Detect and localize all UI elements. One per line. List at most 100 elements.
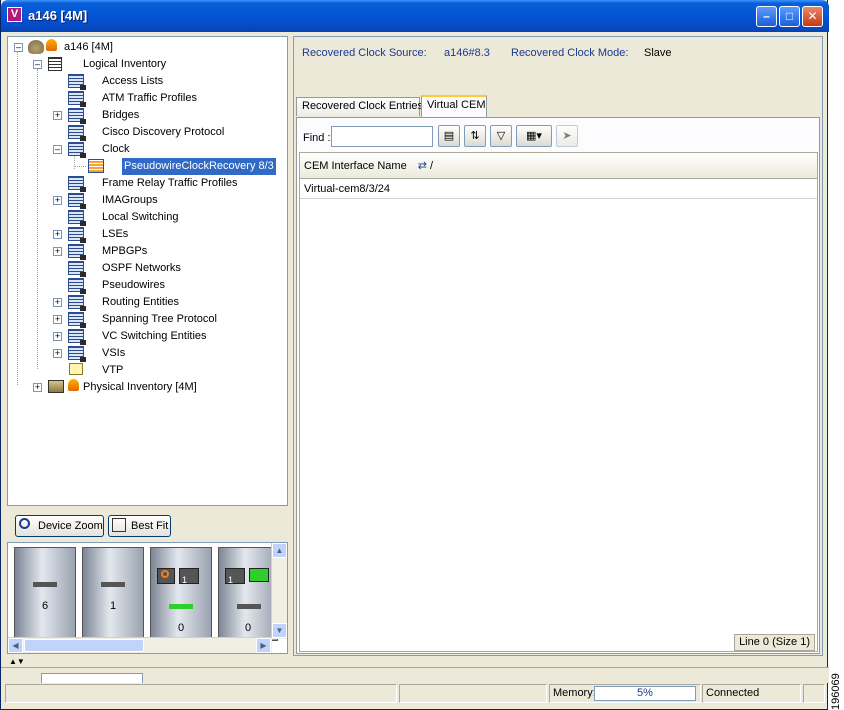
scroll-left-icon[interactable]: ◀ — [8, 638, 23, 653]
tree-node-spanning-tree-protocol[interactable]: + Spanning Tree Protocol — [12, 311, 282, 328]
tree-node-access-lists[interactable]: Access Lists — [12, 73, 282, 90]
tree-node-imagroups[interactable]: + IMAGroups — [12, 192, 282, 209]
title-bar[interactable]: V a146 [4M] – □ ✕ — [1, 0, 829, 32]
tree-node-mpbgps[interactable]: + MPBGPs — [12, 243, 282, 260]
tree-label: VTP — [102, 364, 124, 376]
tree-node-logical-inventory[interactable]: – Logical Inventory — [12, 56, 282, 73]
scroll-up-icon[interactable]: ▲ — [272, 543, 287, 558]
tree-label: Logical Inventory — [83, 58, 167, 70]
expand-icon[interactable]: + — [33, 383, 42, 392]
device-icon — [28, 40, 44, 54]
tree-node-bridges[interactable]: + Bridges — [12, 107, 282, 124]
tree-label: Bridges — [102, 109, 140, 121]
tree-node-frame-relay-traffic-profiles[interactable]: Frame Relay Traffic Profiles — [12, 175, 282, 192]
expand-icon[interactable]: + — [53, 349, 62, 358]
filter-button[interactable]: ▽ — [490, 125, 512, 147]
minimize-button[interactable]: – — [756, 6, 777, 27]
recovered-clock-mode-label: Recovered Clock Mode: — [511, 47, 629, 59]
tree-label: a146 [4M] — [64, 41, 113, 53]
card-number: 0 — [177, 622, 185, 634]
recovered-clock-source-value: a146#8.3 — [444, 47, 490, 59]
tree-node-vsis[interactable]: + VSIs — [12, 345, 282, 362]
tree-connector — [74, 166, 86, 167]
expand-icon[interactable]: + — [53, 315, 62, 324]
port-icon: 1 — [179, 568, 199, 585]
tree-node-root[interactable]: – a146 [4M] — [12, 39, 282, 56]
expand-icon[interactable]: + — [53, 111, 62, 120]
vtp-envelope-icon — [69, 363, 83, 375]
tab-recovered-clock-entries[interactable]: Recovered Clock Entries — [296, 97, 423, 116]
tree-node-atm-traffic-profiles[interactable]: ATM Traffic Profiles — [12, 90, 282, 107]
zoom-toolbar: Device Zoom Best Fit — [7, 510, 288, 542]
tree-node-physical-inventory[interactable]: + Physical Inventory [4M] — [12, 379, 282, 396]
chassis-card[interactable]: 1 0 — [150, 547, 212, 641]
port-icon — [157, 568, 175, 584]
device-zoom-label: Device Zoom — [38, 520, 103, 532]
table-icon — [68, 346, 86, 362]
collapse-icon[interactable]: – — [53, 145, 62, 154]
clock-recovery-icon — [88, 159, 104, 173]
tree-label: ATM Traffic Profiles — [102, 92, 197, 104]
chassis-card[interactable]: 6 — [14, 547, 76, 641]
collapse-icon[interactable]: – — [14, 43, 23, 52]
connection-status: Connected — [702, 684, 801, 703]
inventory-tree[interactable]: – a146 [4M] – Logical Inventory Access L… — [7, 36, 288, 506]
splitter-arrows-icon[interactable]: ▲▼ — [9, 657, 25, 666]
tree-node-local-switching[interactable]: Local Switching — [12, 209, 282, 226]
collapse-icon[interactable]: – — [33, 60, 42, 69]
tree-node-cisco-discovery-protocol[interactable]: Cisco Discovery Protocol — [12, 124, 282, 141]
device-view[interactable]: 6 1 1 0 1 0 ▲ ▼ ◀ ▶ — [7, 542, 288, 654]
tree-label: PseudowireClockRecovery 8/3 — [122, 158, 276, 175]
status-bar: Memory: 5% Connected — [3, 683, 827, 705]
scroll-thumb[interactable] — [24, 639, 144, 652]
column-header-cem-interface-name[interactable]: CEM Interface Name ⇄ / — [300, 153, 817, 179]
tree-node-pseudowire-clock-recovery[interactable]: PseudowireClockRecovery 8/3 — [12, 158, 288, 175]
logical-inventory-icon — [48, 57, 62, 71]
export-button[interactable]: ➤ — [556, 125, 578, 147]
best-fit-label: Best Fit — [131, 520, 169, 532]
columns-dropdown-button[interactable]: ▦▾ — [516, 125, 552, 147]
table-icon — [68, 74, 86, 90]
chassis-card[interactable]: 1 0 — [218, 547, 278, 641]
tab-virtual-cem[interactable]: Virtual CEM — [421, 95, 487, 117]
device-zoom-button[interactable]: Device Zoom — [15, 515, 104, 537]
tree-node-vtp[interactable]: VTP — [12, 362, 282, 379]
tree-label: Spanning Tree Protocol — [102, 313, 217, 325]
close-button[interactable]: ✕ — [802, 6, 823, 27]
status-resize-grip[interactable] — [803, 684, 825, 703]
tree-node-pseudowires[interactable]: Pseudowires — [12, 277, 282, 294]
tree-label: Routing Entities — [102, 296, 180, 308]
virtual-cem-tab-content: Find : ▤ ⇅ ▽ ▦▾ ➤ CEM Interface Name ⇄ /… — [296, 117, 820, 654]
tree-node-lses[interactable]: + LSEs — [12, 226, 282, 243]
tree-node-ospf-networks[interactable]: OSPF Networks — [12, 260, 282, 277]
find-input[interactable] — [331, 126, 433, 147]
expand-icon[interactable]: + — [53, 196, 62, 205]
sort-button[interactable]: ⇅ — [464, 125, 486, 147]
main-window: V a146 [4M] – □ ✕ – a146 [4M] – Logical … — [0, 0, 829, 710]
table-icon — [68, 329, 86, 345]
tree-label: Pseudowires — [102, 279, 165, 291]
best-fit-button[interactable]: Best Fit — [108, 515, 171, 537]
expand-icon[interactable]: + — [53, 247, 62, 256]
tree-node-clock[interactable]: – Clock — [12, 141, 282, 158]
table-icon — [68, 227, 86, 243]
vertical-scrollbar[interactable]: ▲ ▼ — [271, 543, 287, 639]
sort-icon: ⇄ — [417, 160, 427, 172]
expand-icon[interactable]: + — [53, 332, 62, 341]
tree-node-vc-switching-entities[interactable]: + VC Switching Entities — [12, 328, 282, 345]
horizontal-scrollbar[interactable]: ◀ ▶ — [8, 637, 272, 653]
expand-icon[interactable]: + — [53, 298, 62, 307]
scroll-right-icon[interactable]: ▶ — [256, 638, 271, 653]
alarm-bell-icon — [46, 39, 57, 51]
scroll-down-icon[interactable]: ▼ — [272, 623, 287, 638]
chassis-icon — [48, 380, 64, 393]
tree-node-routing-entities[interactable]: + Routing Entities — [12, 294, 282, 311]
save-filter-button[interactable]: ▤ — [438, 125, 460, 147]
table-icon — [68, 210, 86, 226]
cem-table: CEM Interface Name ⇄ / Virtual-cem8/3/24 — [299, 152, 818, 652]
table-row[interactable]: Virtual-cem8/3/24 — [300, 180, 817, 199]
maximize-button[interactable]: □ — [779, 6, 800, 27]
recovered-clock-source-label: Recovered Clock Source: — [302, 47, 427, 59]
expand-icon[interactable]: + — [53, 230, 62, 239]
chassis-card[interactable]: 1 — [82, 547, 144, 641]
